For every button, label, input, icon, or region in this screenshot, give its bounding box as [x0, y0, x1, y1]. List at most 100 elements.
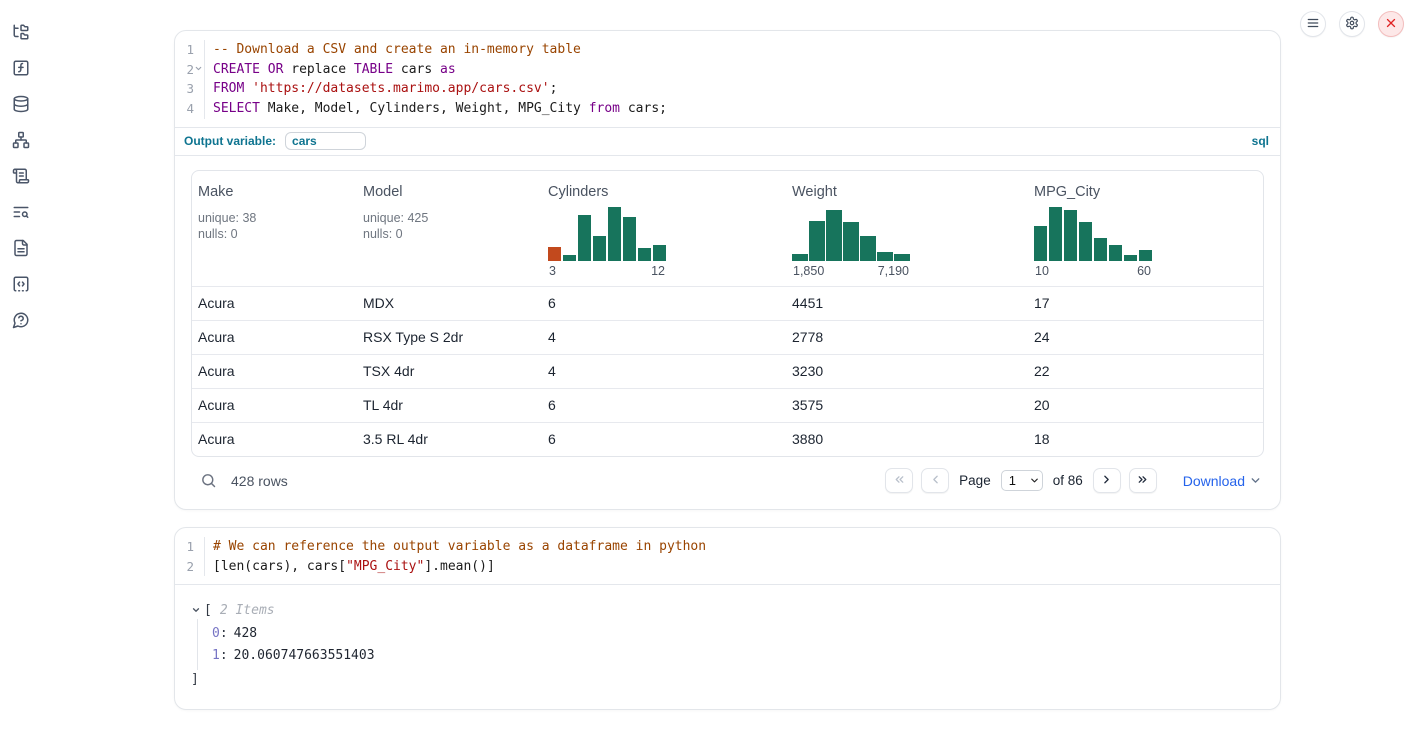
- table-cell: 24: [1028, 321, 1263, 354]
- table-footer: 428 rows Page 1 of 86: [191, 468, 1264, 494]
- sql-cell: 1 -- Download a CSV and create an in-memo…: [174, 30, 1281, 510]
- table-cell: RSX Type S 2dr: [357, 321, 542, 354]
- column-header-mpg_city[interactable]: MPG_City1060: [1028, 171, 1263, 286]
- code-content: -- Download a CSV and create an in-memor…: [205, 40, 581, 60]
- page-select[interactable]: 1: [1001, 470, 1043, 491]
- database-icon[interactable]: [12, 95, 30, 113]
- histogram-bar: [653, 245, 666, 261]
- help-chat-icon[interactable]: [12, 311, 30, 329]
- file-tree-icon[interactable]: [12, 23, 30, 41]
- dependency-graph-icon[interactable]: [12, 131, 30, 149]
- table-row: Acura3.5 RL 4dr6388018: [192, 422, 1263, 456]
- chevrons-right-icon: [1136, 473, 1149, 489]
- shutdown-button[interactable]: [1378, 11, 1404, 37]
- table-cell: Acura: [192, 423, 357, 456]
- tree-collapse-icon[interactable]: [191, 605, 201, 615]
- prev-page-button[interactable]: [921, 468, 949, 493]
- line-number: 1: [175, 40, 205, 60]
- helper-panel-sidebar: [0, 0, 42, 729]
- histogram-bar: [563, 255, 576, 261]
- logs-scroll-icon[interactable]: [12, 167, 30, 185]
- histogram-bar: [638, 248, 651, 261]
- code-content: FROM 'https://datasets.marimo.app/cars.c…: [205, 79, 557, 99]
- code-token: replace: [283, 62, 353, 77]
- table-cell: TSX 4dr: [357, 355, 542, 388]
- column-stats: unique: 425nulls: 0: [363, 210, 534, 242]
- code-token: Make, Model, Cylinders, Weight, MPG_City: [260, 101, 589, 116]
- table-cell: 6: [542, 423, 786, 456]
- column-header-make[interactable]: Makeunique: 38nulls: 0: [192, 171, 357, 286]
- table-body: Acura MDX 6 445117AcuraRSX Type S 2dr427782…: [192, 286, 1263, 456]
- column-stats: unique: 38nulls: 0: [198, 210, 349, 242]
- column-name: Cylinders: [548, 184, 778, 200]
- histogram-bars: [792, 207, 910, 261]
- code-line: 2CREATE OR replace TABLE cars as: [175, 60, 1280, 80]
- table-row: AcuraTSX 4dr4323022: [192, 354, 1263, 388]
- line-number: 1: [175, 537, 205, 557]
- histogram-bar: [860, 236, 876, 261]
- histogram-axis: 312: [548, 264, 666, 278]
- code-token: FROM: [213, 81, 244, 96]
- output-variable-input[interactable]: [285, 132, 366, 150]
- code-token: 'https://datasets.marimo.app/cars.csv': [252, 81, 549, 96]
- next-page-button[interactable]: [1093, 468, 1121, 493]
- histogram-bar: [593, 236, 606, 261]
- download-button[interactable]: Download: [1183, 473, 1262, 489]
- column-header-cylinders[interactable]: Cylinders 312: [542, 171, 786, 286]
- language-badge: sql: [1252, 134, 1269, 148]
- code-content: [len(cars), cars["MPG_City"].mean()]: [205, 557, 495, 577]
- code-line: 1# We can reference the output variable …: [175, 537, 1280, 557]
- tree-entry-value: 20.060747663551403: [234, 648, 375, 663]
- python-editor[interactable]: 1# We can reference the output variable …: [175, 528, 1280, 584]
- code-line: 4SELECT Make, Model, Cylinders, Weight, …: [175, 99, 1280, 119]
- code-token: CREATE: [213, 62, 260, 77]
- sql-editor[interactable]: 1 -- Download a CSV and create an in-memo…: [175, 31, 1280, 127]
- search-logs-icon[interactable]: [12, 203, 30, 221]
- table-cell: 3230: [786, 355, 1028, 388]
- search-icon[interactable]: [200, 472, 217, 489]
- histogram-axis: 1060: [1034, 264, 1152, 278]
- code-token: -- Download a CSV and create an in-memor…: [213, 42, 581, 57]
- code-line: 2[len(cars), cars["MPG_City"].mean()]: [175, 557, 1280, 577]
- histogram-bar: [1139, 250, 1152, 261]
- python-cell: 1# We can reference the output variable …: [174, 527, 1281, 710]
- code-line: 3FROM 'https://datasets.marimo.app/cars.…: [175, 79, 1280, 99]
- table-cell: 3880: [786, 423, 1028, 456]
- last-page-button[interactable]: [1129, 468, 1157, 493]
- menu-button[interactable]: [1300, 11, 1326, 37]
- first-page-button[interactable]: [885, 468, 913, 493]
- histogram-bar: [826, 210, 842, 261]
- fold-chevron-icon[interactable]: [194, 64, 203, 73]
- histogram-bar: [1079, 222, 1092, 261]
- code-line: 1 -- Download a CSV and create an in-memo…: [175, 40, 1280, 60]
- variables-icon[interactable]: [12, 59, 30, 77]
- python-output: [ 2 Items 0:4281:20.060747663551403 ]: [175, 584, 1280, 709]
- table-cell: MDX: [357, 287, 542, 320]
- table-row: AcuraRSX Type S 2dr4277824: [192, 320, 1263, 354]
- column-header-weight[interactable]: Weight1,8507,190: [786, 171, 1028, 286]
- settings-button[interactable]: [1339, 11, 1365, 37]
- table-cell: 4: [542, 321, 786, 354]
- code-content: SELECT Make, Model, Cylinders, Weight, M…: [205, 99, 667, 119]
- code-content: # We can reference the output variable a…: [205, 537, 706, 557]
- line-number: 4: [175, 99, 205, 119]
- table-cell: 17: [1028, 287, 1263, 320]
- axis-min-label: 3: [549, 264, 556, 278]
- table-cell: 4: [542, 355, 786, 388]
- table-cell: 4451: [786, 287, 1028, 320]
- code-token: "MPG_City": [346, 559, 424, 574]
- histogram-bar: [548, 247, 561, 261]
- histogram-bars: [1034, 207, 1152, 261]
- histogram-bar: [1049, 207, 1062, 261]
- code-token: cars: [393, 62, 440, 77]
- snippets-icon[interactable]: [12, 275, 30, 293]
- documentation-icon[interactable]: [12, 239, 30, 257]
- histogram-axis: 1,8507,190: [792, 264, 910, 278]
- table-cell: TL 4dr: [357, 389, 542, 422]
- column-header-model[interactable]: Modelunique: 425nulls: 0: [357, 171, 542, 286]
- code-content: CREATE OR replace TABLE cars as: [205, 60, 456, 80]
- code-token: from: [589, 101, 620, 116]
- close-icon: [1384, 16, 1398, 33]
- tree-entry: 0:428: [198, 623, 1264, 645]
- chevron-down-icon: [1249, 474, 1262, 487]
